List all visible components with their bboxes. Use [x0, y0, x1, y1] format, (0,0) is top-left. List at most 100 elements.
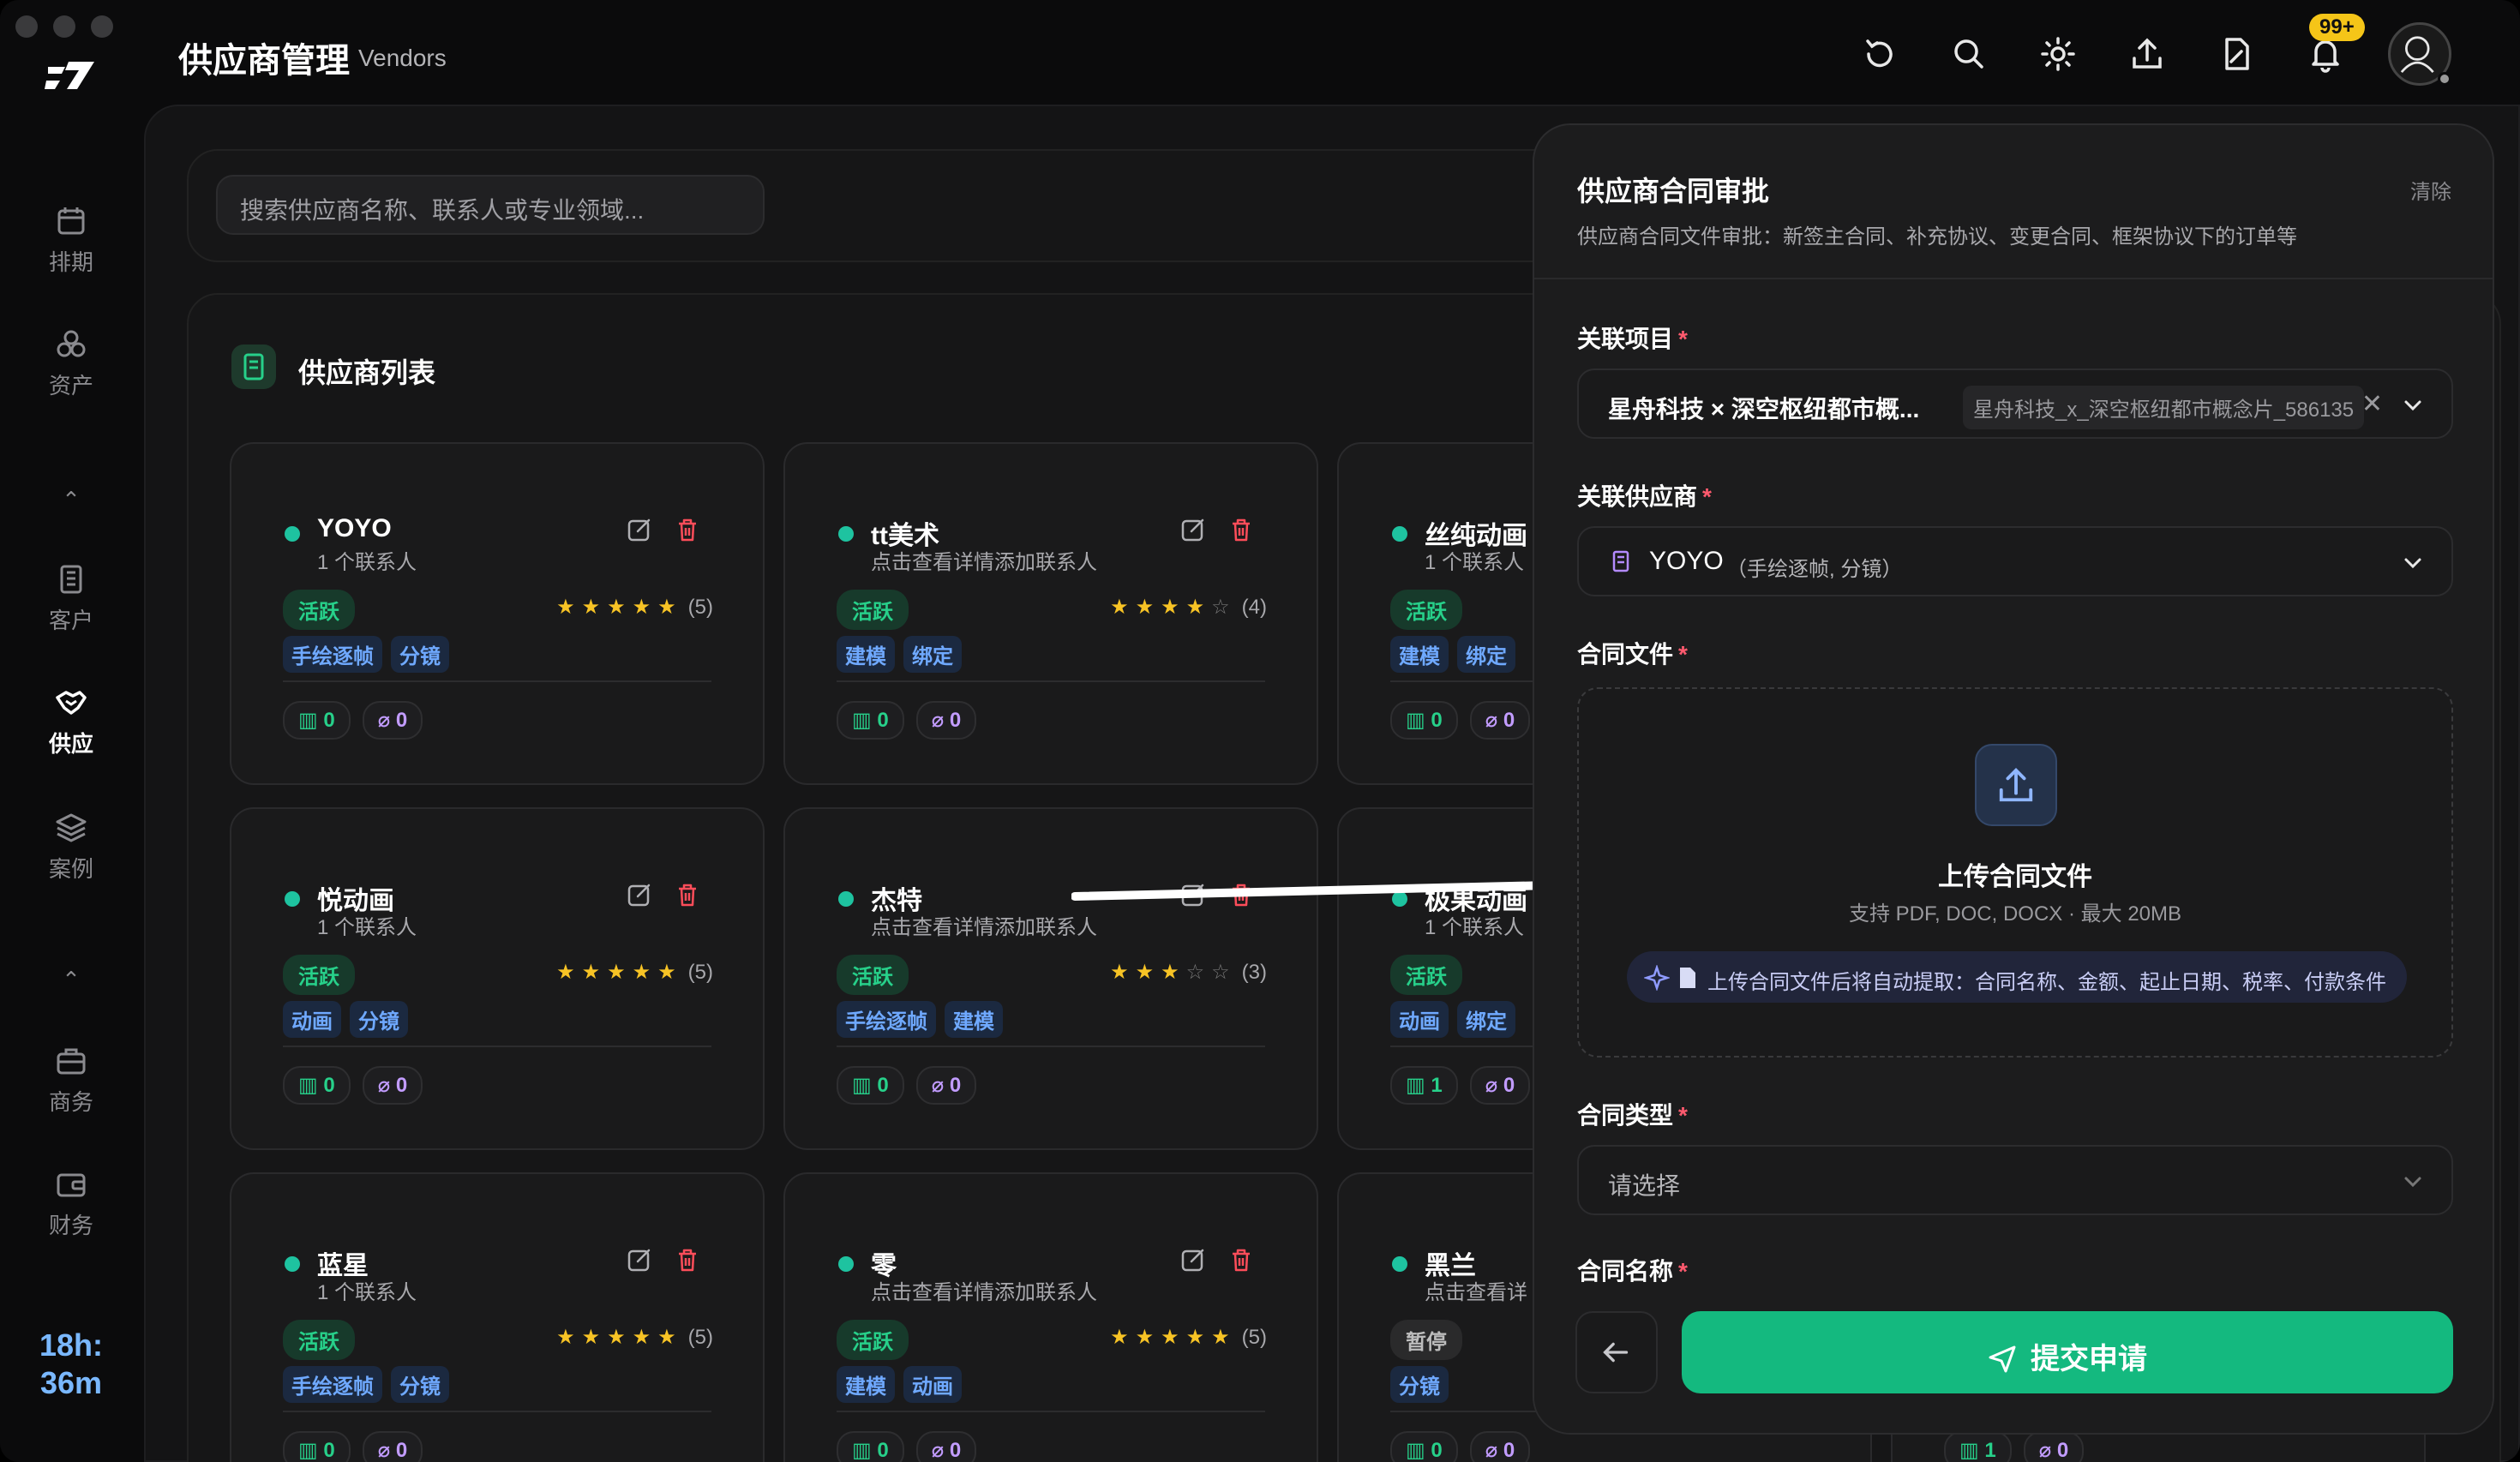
sidebar-item-label: 案例 — [48, 856, 93, 882]
chevron-up-icon: ⌃ — [62, 487, 81, 512]
rating-count: (5) — [687, 596, 713, 619]
sidebar-item-assets[interactable]: 资产 — [0, 327, 142, 400]
status-badge: 活跃 — [283, 590, 355, 630]
star-icon: ★ — [657, 596, 683, 619]
edit-icon[interactable] — [626, 1246, 653, 1273]
building-icon — [1612, 550, 1629, 572]
project-select-value: 星舟科技 × 深空枢纽都市概... — [1608, 396, 1920, 422]
project-id-pill: 星舟科技_x_深空枢纽都市概念片_586135 — [1963, 386, 2365, 429]
project-count: 0 — [877, 1074, 889, 1097]
specialty-tag: 手绘逐帧 — [837, 1001, 936, 1038]
status-badge: 活跃 — [837, 590, 909, 630]
upload-button[interactable] — [1975, 744, 2057, 826]
vendor-contact[interactable]: 点击查看详情添加联系人 — [871, 545, 1097, 575]
handshake-icon — [56, 691, 87, 715]
edit-icon[interactable] — [1179, 1246, 1207, 1273]
vendor-label: 关联供应商 * — [1577, 478, 1712, 512]
vendor-contact[interactable]: 点击查看详情添加联系人 — [871, 910, 1097, 940]
divider — [283, 1046, 711, 1047]
status-badge: 暂停 — [1390, 1320, 1462, 1360]
vendor-select[interactable]: YOYO （手绘逐帧, 分镜） — [1577, 526, 2453, 596]
vendor-contact[interactable]: 点击查看详情添加联系人 — [871, 1275, 1097, 1305]
search-icon[interactable] — [1949, 34, 1989, 74]
specialty-tag: 分镜 — [391, 636, 449, 673]
sidebar-collapse-toggle-2[interactable]: ⌃ — [0, 967, 142, 993]
submit-button[interactable]: 提交申请 — [1682, 1311, 2453, 1393]
sidebar-item-finance[interactable]: 财务 — [0, 1167, 142, 1240]
stat-chips: ▥ 1 ⌀ 0 — [1390, 1066, 1531, 1105]
star-icon: ★ — [581, 1326, 608, 1349]
briefcase-icon — [57, 1048, 86, 1075]
vendor-card[interactable]: 零点击查看详情添加联系人 活跃 ★★★★★ (5) 建模 动画 ▥ 0 ⌀ 0 — [783, 1172, 1318, 1462]
stat-chips: ▥ 0 ⌀ 0 — [283, 1431, 423, 1462]
upload-icon — [1999, 768, 2033, 802]
chevron-up-icon: ⌃ — [62, 967, 81, 992]
sidebar-item-schedule[interactable]: 排期 — [0, 204, 142, 277]
project-count-chip: ▥ 0 — [1390, 1431, 1458, 1462]
status-dot — [838, 1256, 854, 1272]
auto-extract-hint-text: 上传合同文件后将自动提取：合同名称、金额、起止日期、税率、付款条件 — [1707, 971, 2386, 994]
sidebar-item-label: 客户 — [48, 608, 93, 633]
edit-icon[interactable] — [626, 881, 653, 908]
stat-chips: ▥ 0 ⌀ 0 — [837, 701, 977, 740]
edit-icon[interactable] — [626, 516, 653, 543]
specialty-tags: 手绘逐帧 建模 — [837, 1001, 1003, 1038]
file-count-chip: ⌀ 0 — [915, 1066, 977, 1105]
theme-sun-icon[interactable] — [2038, 34, 2078, 74]
status-badge: 活跃 — [837, 955, 909, 995]
session-timer: 18h: 36m — [0, 1327, 142, 1402]
sidebar-item-vendors[interactable]: 供应 — [0, 686, 142, 758]
vendor-contact[interactable]: 1 个联系人 — [1425, 545, 1524, 575]
sidebar-collapse-toggle[interactable]: ⌃ — [0, 487, 142, 513]
vendor-contact[interactable]: 点击查看详 — [1425, 1275, 1527, 1305]
rating-count: (5) — [687, 961, 713, 984]
edit-icon[interactable] — [1179, 516, 1207, 543]
file-count: 0 — [1503, 709, 1515, 732]
specialty-tag: 手绘逐帧 — [283, 1366, 382, 1403]
search-input[interactable]: 搜索供应商名称、联系人或专业领域... — [216, 175, 765, 235]
star-icon: ☆ — [1211, 961, 1237, 984]
project-select[interactable]: 星舟科技 × 深空枢纽都市概... 星舟科技_x_深空枢纽都市概念片_58613… — [1577, 368, 2453, 439]
star-icon: ★ — [556, 1326, 582, 1349]
status-dot — [285, 891, 300, 907]
back-button[interactable] — [1575, 1311, 1658, 1393]
vendor-card[interactable]: 悦动画 1 个联系人 活跃 ★★★★★ (5) 动画 分镜 ▥ 0 ⌀ 0 — [230, 807, 765, 1150]
specialty-tag: 绑定 — [1457, 636, 1515, 673]
star-icon: ★ — [1185, 596, 1212, 619]
sidebar-item-cases[interactable]: 案例 — [0, 811, 142, 884]
specialty-tag: 分镜 — [391, 1366, 449, 1403]
star-icon: ★ — [556, 596, 582, 619]
specialty-tags: 建模 绑定 — [837, 636, 962, 673]
vendor-card[interactable]: 蓝星 1 个联系人 活跃 ★★★★★ (5) 手绘逐帧 分镜 ▥ 0 ⌀ 0 — [230, 1172, 765, 1462]
trash-icon[interactable] — [674, 1246, 701, 1273]
star-icon: ☆ — [1211, 596, 1237, 619]
contract-type-select[interactable]: 请选择 — [1577, 1145, 2453, 1215]
window-minimize-button[interactable] — [53, 15, 75, 38]
sidebar-item-clients[interactable]: 客户 — [0, 562, 142, 635]
trash-icon[interactable] — [674, 881, 701, 908]
vendor-card[interactable]: tt美术 点击查看详情添加联系人 活跃 ★★★★☆ (4) 建模 绑定 ▥ 0 ⌀ 0 — [783, 442, 1318, 785]
upload-icon[interactable] — [2127, 34, 2167, 74]
vendor-select-value: YOYO — [1649, 547, 1724, 575]
star-icon: ★ — [1135, 1326, 1161, 1349]
project-count-chip: ▥ 1 — [1390, 1066, 1458, 1105]
refresh-icon[interactable] — [1860, 34, 1899, 74]
trash-icon[interactable] — [674, 516, 701, 543]
file-sign-icon[interactable] — [2217, 34, 2256, 74]
vendor-contact[interactable]: 1 个联系人 — [317, 545, 417, 575]
clear-button[interactable]: 清除 — [2410, 175, 2451, 205]
trash-icon[interactable] — [1227, 516, 1255, 543]
page-title: 供应商管理 — [178, 42, 350, 80]
project-count: 1 — [1984, 1439, 1996, 1462]
trash-icon[interactable] — [1227, 1246, 1255, 1273]
vendor-contact[interactable]: 1 个联系人 — [317, 910, 417, 940]
vendor-contact[interactable]: 1 个联系人 — [317, 1275, 417, 1305]
contract-upload-dropzone[interactable]: 上传合同文件 支持 PDF, DOC, DOCX · 最大 20MB 上传合同文… — [1577, 687, 2453, 1058]
vendor-card[interactable]: YOYO 1 个联系人 活跃 ★★★★★ (5) 手绘逐帧 分镜 ▥ 0 ⌀ 0 — [230, 442, 765, 785]
window-close-button[interactable] — [15, 15, 38, 38]
building-icon — [60, 565, 82, 594]
clear-project-icon[interactable]: ✕ — [2361, 389, 2383, 419]
window-zoom-button[interactable] — [91, 15, 113, 38]
sidebar-item-business[interactable]: 商务 — [0, 1044, 142, 1117]
vendor-name: YOYO — [317, 514, 392, 542]
